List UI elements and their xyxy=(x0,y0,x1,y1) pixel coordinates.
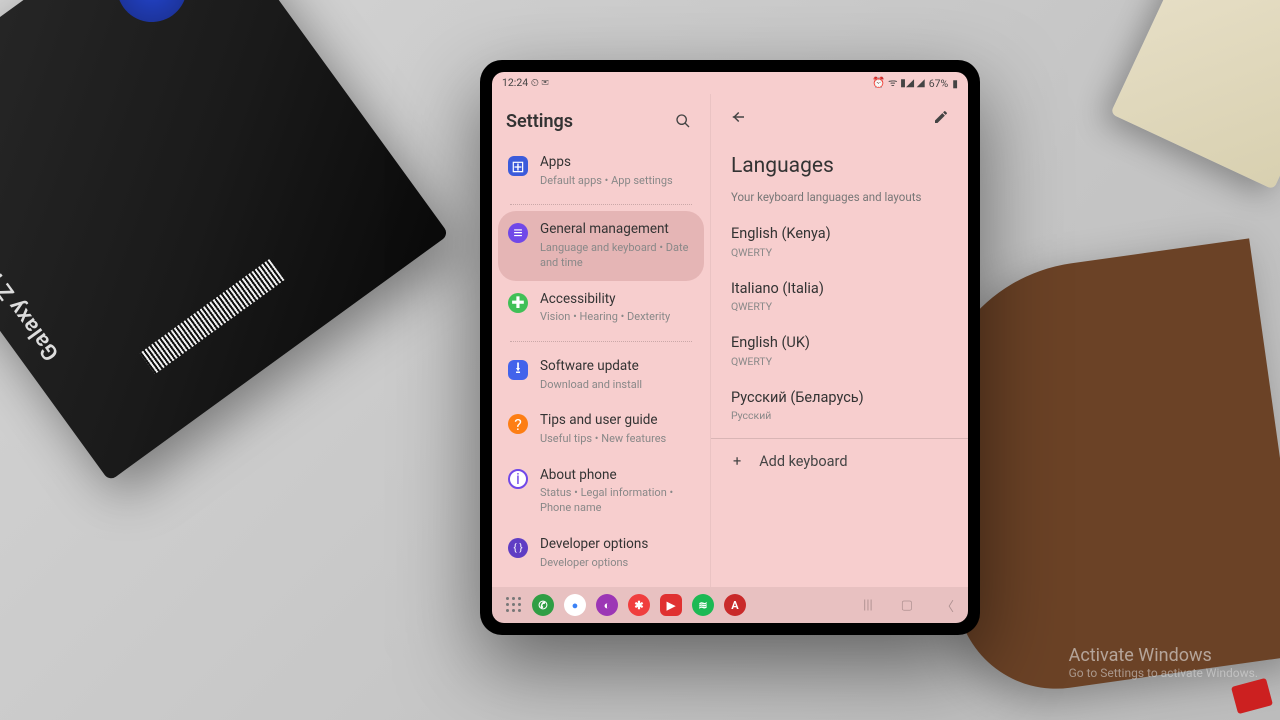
phone-screen: 12:24 ⏲ ✉ ⏰ ᯤ ▮◢ ◢ 67% ▮ Settings xyxy=(492,72,968,623)
tips-icon: ? xyxy=(508,414,528,434)
accessibility-icon: ✚ xyxy=(508,293,528,313)
setting-title: Tips and user guide xyxy=(540,412,694,430)
language-item[interactable]: Русский (Беларусь) Русский xyxy=(711,378,968,433)
setting-sub: Useful tips • New features xyxy=(540,432,694,447)
settings-item-general-management[interactable]: ≡ General management Language and keyboa… xyxy=(498,211,704,280)
content-split: Settings ⊞ Apps Default apps • App setti… xyxy=(492,94,968,587)
settings-title: Settings xyxy=(506,111,573,132)
back-icon[interactable] xyxy=(725,104,751,130)
add-keyboard-label: Add keyboard xyxy=(759,453,847,470)
language-item[interactable]: Italiano (Italia) QWERTY xyxy=(711,269,968,324)
language-name: Русский (Беларусь) xyxy=(731,388,948,408)
box-label: Galaxy Z Fold6 xyxy=(0,227,64,365)
language-layout: QWERTY xyxy=(731,300,948,313)
setting-sub: Developer options xyxy=(540,556,694,571)
messages-app-icon[interactable]: ● xyxy=(564,594,586,616)
status-right-icons: ⏰ ᯤ ▮◢ ◢ xyxy=(872,76,924,90)
dock: ✆ ● ◐ ✱ ▶ ≋ A ||| ▢ 〈 xyxy=(492,587,968,623)
battery-icon: ▮ xyxy=(952,77,958,90)
setting-sub: Vision • Hearing • Dexterity xyxy=(540,310,694,325)
settings-pane: Settings ⊞ Apps Default apps • App setti… xyxy=(492,94,711,587)
settings-item-tips[interactable]: ? Tips and user guide Useful tips • New … xyxy=(498,402,704,456)
navigation-bar: ||| ▢ 〈 xyxy=(863,596,954,615)
setting-title: General management xyxy=(540,221,694,239)
windows-watermark: Activate Windows Go to Settings to activ… xyxy=(1069,645,1258,680)
spotify-app-icon[interactable]: ≋ xyxy=(692,594,714,616)
divider xyxy=(510,341,692,342)
nav-recent-icon[interactable]: ||| xyxy=(863,598,873,613)
language-layout: Русский xyxy=(731,409,948,422)
box-badge xyxy=(103,0,201,36)
language-name: Italiano (Italia) xyxy=(731,279,948,299)
status-battery: 67% xyxy=(929,77,949,90)
watermark-title: Activate Windows xyxy=(1069,645,1258,666)
status-left: 12:24 ⏲ ✉ xyxy=(502,76,549,90)
setting-title: About phone xyxy=(540,467,694,485)
setting-title: Software update xyxy=(540,358,694,376)
edit-icon[interactable] xyxy=(928,104,954,130)
browser-app-icon[interactable]: ◐ xyxy=(596,594,618,616)
setting-sub: Default apps • App settings xyxy=(540,174,694,189)
languages-subtitle: Your keyboard languages and layouts xyxy=(711,184,968,214)
plus-icon: + xyxy=(733,453,741,470)
add-keyboard-button[interactable]: + Add keyboard xyxy=(711,439,968,484)
phone-app-icon[interactable]: ✆ xyxy=(532,594,554,616)
phone-frame: 12:24 ⏲ ✉ ⏰ ᯤ ▮◢ ◢ 67% ▮ Settings xyxy=(480,60,980,635)
about-phone-icon: i xyxy=(508,469,528,489)
settings-item-accessibility[interactable]: ✚ Accessibility Vision • Hearing • Dexte… xyxy=(498,281,704,335)
setting-sub: Language and keyboard • Date and time xyxy=(540,241,694,271)
languages-pane: Languages Your keyboard languages and la… xyxy=(711,94,968,587)
language-name: English (UK) xyxy=(731,333,948,353)
languages-header xyxy=(711,94,968,130)
status-bar: 12:24 ⏲ ✉ ⏰ ᯤ ▮◢ ◢ 67% ▮ xyxy=(492,72,968,94)
pdf-app-icon[interactable]: A xyxy=(724,594,746,616)
setting-sub: Download and install xyxy=(540,378,694,393)
languages-title: Languages xyxy=(711,130,968,184)
divider xyxy=(510,204,692,205)
language-layout: QWERTY xyxy=(731,355,948,368)
box-barcode xyxy=(140,259,285,374)
setting-title: Accessibility xyxy=(540,291,694,309)
general-management-icon: ≡ xyxy=(508,223,528,243)
software-update-icon: ⭳ xyxy=(508,360,528,380)
language-layout: QWERTY xyxy=(731,246,948,259)
nav-back-icon[interactable]: 〈 xyxy=(941,596,954,615)
setting-sub: Status • Legal information • Phone name xyxy=(540,486,694,516)
settings-item-about-phone[interactable]: i About phone Status • Legal information… xyxy=(498,457,704,526)
youtube-app-icon[interactable]: ▶ xyxy=(660,594,682,616)
settings-item-developer-options[interactable]: { } Developer options Developer options xyxy=(498,526,704,580)
apps-icon: ⊞ xyxy=(508,156,528,176)
status-left-icons: ⏲ ✉ xyxy=(531,76,549,89)
search-icon[interactable] xyxy=(670,108,696,134)
gallery-app-icon[interactable]: ✱ xyxy=(628,594,650,616)
apps-drawer-icon[interactable] xyxy=(506,597,522,613)
nav-home-icon[interactable]: ▢ xyxy=(901,598,913,613)
watermark-sub: Go to Settings to activate Windows. xyxy=(1069,666,1258,680)
settings-item-apps[interactable]: ⊞ Apps Default apps • App settings xyxy=(498,144,704,198)
language-item[interactable]: English (Kenya) QWERTY xyxy=(711,214,968,269)
settings-list[interactable]: ⊞ Apps Default apps • App settings ≡ Gen… xyxy=(492,144,710,587)
language-name: English (Kenya) xyxy=(731,224,948,244)
settings-header: Settings xyxy=(492,94,710,144)
developer-options-icon: { } xyxy=(508,538,528,558)
status-right: ⏰ ᯤ ▮◢ ◢ 67% ▮ xyxy=(872,76,958,90)
setting-title: Developer options xyxy=(540,536,694,554)
setting-title: Apps xyxy=(540,154,694,172)
language-item[interactable]: English (UK) QWERTY xyxy=(711,323,968,378)
status-time: 12:24 xyxy=(502,76,528,89)
settings-item-software-update[interactable]: ⭳ Software update Download and install xyxy=(498,348,704,402)
